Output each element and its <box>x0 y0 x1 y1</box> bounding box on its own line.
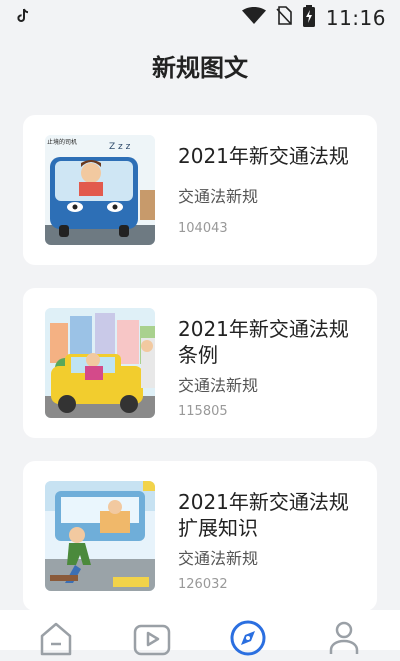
article-category: 交通法新规 <box>178 187 259 206</box>
article-title: 2021年新交通法规条例 <box>178 317 349 367</box>
tiktok-icon <box>16 8 30 28</box>
wifi-icon <box>241 7 266 29</box>
thumbnail-caption: 止境的司机 <box>47 139 78 146</box>
article-view-count: 126032 <box>178 577 228 592</box>
profile-icon[interactable] <box>326 620 362 660</box>
article-card[interactable]: 2021年新交通法规条例 交通法新规 115805 <box>23 288 377 438</box>
article-view-count: 104043 <box>178 221 228 236</box>
svg-text:Z z z: Z z z <box>109 142 131 152</box>
no-sim-icon <box>276 6 292 30</box>
article-card[interactable]: Z z z 止境的司机 2021年新交通法规 交通法新规 104043 <box>23 115 377 265</box>
article-category: 交通法新规 <box>178 376 259 395</box>
article-title: 2021年新交通法规 <box>178 144 349 168</box>
article-thumbnail: Z z z 止境的司机 <box>45 135 155 245</box>
page-title: 新规图文 <box>152 54 248 82</box>
bottom-navigation <box>0 610 400 656</box>
compass-icon[interactable] <box>229 619 267 661</box>
status-bar: 11:16 <box>0 0 400 36</box>
video-icon[interactable] <box>133 620 171 660</box>
article-card[interactable]: 2021年新交通法规扩展知识 交通法新规 126032 <box>23 461 377 611</box>
home-icon[interactable] <box>38 620 74 660</box>
article-thumbnail <box>45 481 155 591</box>
article-view-count: 115805 <box>178 404 228 419</box>
article-thumbnail <box>45 308 155 418</box>
article-title: 2021年新交通法规扩展知识 <box>178 490 349 540</box>
article-category: 交通法新规 <box>178 549 259 568</box>
status-time: 11:16 <box>325 6 386 30</box>
battery-charging-icon <box>302 5 316 31</box>
